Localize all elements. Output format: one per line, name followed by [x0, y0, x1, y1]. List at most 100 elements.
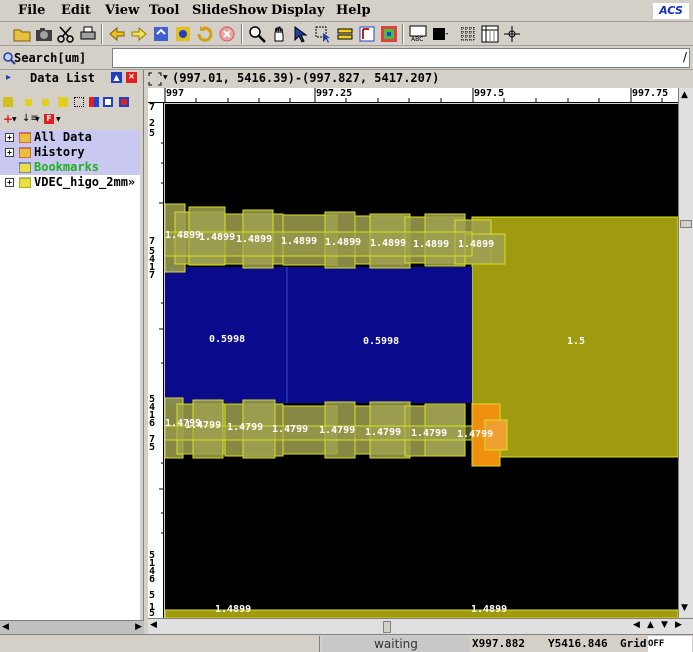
filter-icon[interactable]: F — [44, 114, 54, 124]
scroll-up-icon[interactable]: ▲ — [681, 90, 688, 100]
fill-style-icon[interactable] — [431, 25, 449, 43]
tool-frame-icon[interactable] — [103, 97, 113, 107]
arrow-right-icon[interactable] — [130, 25, 148, 43]
ruler-grid-icon[interactable] — [481, 25, 499, 43]
y-coordinate: Y5416.846 — [548, 636, 620, 652]
bottom-edge-label: 1.4899 — [215, 604, 252, 615]
history-folder-icon — [19, 147, 31, 158]
bottom-edge-label: 1.4899 — [471, 604, 508, 615]
menu-help[interactable]: Help — [336, 3, 371, 18]
tool-yellow-icon[interactable] — [3, 97, 13, 107]
scissors-icon[interactable] — [57, 25, 75, 43]
arrow-left-icon[interactable] — [108, 25, 126, 43]
measure-icon[interactable] — [358, 25, 376, 43]
scroll-right-icon[interactable]: ▶ — [135, 622, 142, 632]
add-dropdown-icon[interactable]: ▼ — [12, 116, 17, 123]
top-band-label: 1.4899 — [413, 239, 450, 250]
menu-edit[interactable]: Edit — [61, 3, 91, 18]
tool-small-yellow2-icon[interactable] — [42, 99, 49, 106]
menu-file[interactable]: File — [18, 3, 45, 18]
tree-item-vdec[interactable]: + VDEC_higo_2mm» — [0, 175, 140, 190]
svg-text:ABC: ABC — [411, 36, 423, 43]
camera-icon[interactable] — [35, 25, 53, 43]
fit-view-icon[interactable] — [148, 72, 162, 86]
data-list-toolbar-2: + ▼ ↓≡ ▼ F ▼ — [0, 112, 144, 128]
layer-color-icon[interactable] — [380, 25, 398, 43]
x-value: 997.882 — [478, 637, 525, 650]
menu-display[interactable]: Display — [271, 3, 325, 18]
y-value: 5416.846 — [554, 637, 608, 650]
fit-blue-icon[interactable] — [152, 25, 170, 43]
scroll-left-icon[interactable]: ◀ — [2, 622, 9, 632]
vertical-ruler: 7 2 5 7 5 4 1 7 5 4 1 6 7 5 5 1 4 6 5 1 … — [148, 103, 164, 618]
tool-grid-icon[interactable] — [74, 97, 84, 107]
tool-color-icon[interactable] — [89, 97, 99, 107]
tree-item-bookmarks[interactable]: Bookmarks — [0, 160, 140, 175]
bottom-band-label: 1.4799 — [185, 420, 222, 431]
tool-frame-red-icon[interactable] — [119, 97, 129, 107]
top-band-label: 1.4899 — [458, 239, 495, 250]
view-coordinates: (997.01, 5416.39)-(997.827, 5417.207) — [172, 71, 440, 85]
refresh-icon[interactable] — [196, 25, 214, 43]
menu-view[interactable]: View — [105, 3, 139, 18]
menu-slideshow[interactable]: SlideShow — [192, 3, 267, 18]
bottom-band-label: 1.4799 — [365, 427, 402, 438]
expand-icon[interactable]: + — [5, 148, 14, 157]
top-band-label: 1.4899 — [236, 234, 273, 245]
stop-icon[interactable] — [218, 25, 236, 43]
data-list-panel: ▸ Data List ▲ × + ▼ ↓≡ ▼ F ▼ + All Data … — [0, 70, 144, 652]
collapse-arrow-icon[interactable]: ▸ — [6, 72, 11, 83]
page-up-icon[interactable]: ▲ — [647, 620, 654, 630]
crosshair-icon[interactable] — [503, 25, 521, 43]
panel-float-icon[interactable]: ▲ — [111, 72, 122, 83]
text-abc-icon[interactable]: ABC — [409, 25, 427, 43]
search-input[interactable] — [112, 48, 690, 68]
page-down-icon[interactable]: ▼ — [661, 620, 668, 630]
expand-icon[interactable]: + — [5, 178, 14, 187]
top-band-label: 1.4899 — [165, 230, 202, 241]
horizontal-scroll-thumb[interactable] — [383, 621, 391, 633]
grid-toggle[interactable]: OFF — [648, 636, 692, 652]
tool-small-yellow-icon[interactable] — [25, 99, 32, 106]
vertical-scrollbar[interactable]: ▲ ▼ — [678, 88, 693, 618]
scroll-right-icon[interactable]: ▶ — [675, 620, 682, 630]
ruler-ticks — [164, 88, 663, 102]
expand-icon[interactable]: + — [5, 133, 14, 142]
toolbar-separator — [101, 24, 103, 44]
grid-label: Grid — [620, 637, 647, 650]
search-label: Search[um] — [14, 51, 87, 65]
menu-tool[interactable]: Tool — [149, 3, 179, 18]
vertical-scroll-thumb[interactable] — [680, 220, 692, 228]
pan-hand-icon[interactable] — [270, 25, 288, 43]
scroll-down-icon[interactable]: ▼ — [681, 603, 688, 613]
zoom-icon[interactable] — [248, 25, 266, 43]
layout-shapes — [165, 203, 678, 618]
ruler-icon[interactable] — [336, 25, 354, 43]
redraw-icon[interactable] — [174, 25, 192, 43]
page-left-icon[interactable]: ◀ — [633, 620, 640, 630]
filter-dropdown-icon[interactable]: ▼ — [56, 116, 61, 123]
bottom-band-label: 1.4799 — [411, 428, 448, 439]
open-folder-icon[interactable] — [13, 25, 31, 43]
tool-yellow3-icon[interactable] — [58, 97, 68, 107]
status-text: waiting — [322, 636, 470, 652]
layout-canvas[interactable]: 1.4899 1.4899 1.4899 1.4899 1.4899 1.489… — [165, 104, 678, 618]
fit-dropdown-icon[interactable]: ▼ — [163, 74, 168, 81]
panel-close-icon[interactable]: × — [126, 72, 137, 83]
horizontal-scrollbar[interactable]: ◀ ◀ ▲ ▼ ▶ — [148, 618, 693, 634]
grid-icon[interactable] — [459, 25, 477, 43]
select-arrow-icon[interactable] — [292, 25, 310, 43]
bookmark-folder-icon — [19, 162, 31, 173]
left-horizontal-scrollbar[interactable]: ◀ ▶ — [0, 620, 144, 634]
select-box-icon[interactable] — [314, 25, 332, 43]
search-bar: Search[um] / — [0, 46, 693, 70]
file-icon — [19, 177, 31, 188]
bottom-band-label: 1.4799 — [319, 425, 356, 436]
sort-dropdown-icon[interactable]: ▼ — [35, 116, 40, 123]
scroll-left-icon[interactable]: ◀ — [150, 620, 157, 630]
tree-item-label: VDEC_higo_2mm» — [34, 175, 136, 189]
tree-item-history[interactable]: + History — [0, 145, 140, 160]
print-icon[interactable] — [79, 25, 97, 43]
tree-item-label: Bookmarks — [34, 160, 100, 174]
tree-item-all-data[interactable]: + All Data — [0, 130, 140, 145]
